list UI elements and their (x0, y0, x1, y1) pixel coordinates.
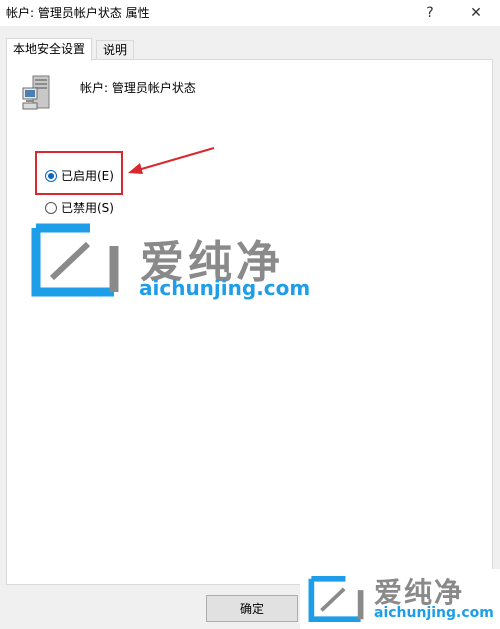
tab-explain[interactable]: 说明 (96, 40, 135, 60)
enabled-radio-option[interactable]: 已启用(E) (45, 167, 114, 184)
ok-button[interactable]: 确定 (206, 595, 298, 622)
title-bar: 帐户: 管理员帐户状态 属性 ? ✕ (0, 0, 500, 26)
server-computer-icon (22, 75, 50, 110)
radio-unchecked-icon[interactable] (45, 201, 57, 214)
close-button[interactable]: ✕ (458, 0, 494, 26)
help-button[interactable]: ? (412, 0, 448, 26)
help-icon: ? (426, 5, 434, 21)
corner-watermark-logo-icon (308, 575, 364, 623)
window-title: 帐户: 管理员帐户状态 属性 (6, 6, 150, 20)
tab-panel (6, 59, 493, 585)
disabled-label: 已禁用(S) (61, 201, 114, 215)
enabled-label: 已启用(E) (61, 169, 114, 183)
tab-local-security-setting[interactable]: 本地安全设置 (6, 38, 93, 61)
close-icon: ✕ (470, 5, 482, 21)
corner-watermark-brand-url: aichunjing.com (374, 605, 494, 621)
disabled-radio-option[interactable]: 已禁用(S) (45, 199, 114, 216)
watermark-logo-icon (31, 223, 119, 297)
annotation-arrow-icon (128, 147, 215, 174)
radio-checked-icon[interactable] (45, 169, 57, 182)
policy-name: 帐户: 管理员帐户状态 (80, 81, 196, 95)
watermark-brand-url: aichunjing.com (139, 276, 311, 300)
corner-watermark: 爱纯净 aichunjing.com (300, 569, 500, 629)
